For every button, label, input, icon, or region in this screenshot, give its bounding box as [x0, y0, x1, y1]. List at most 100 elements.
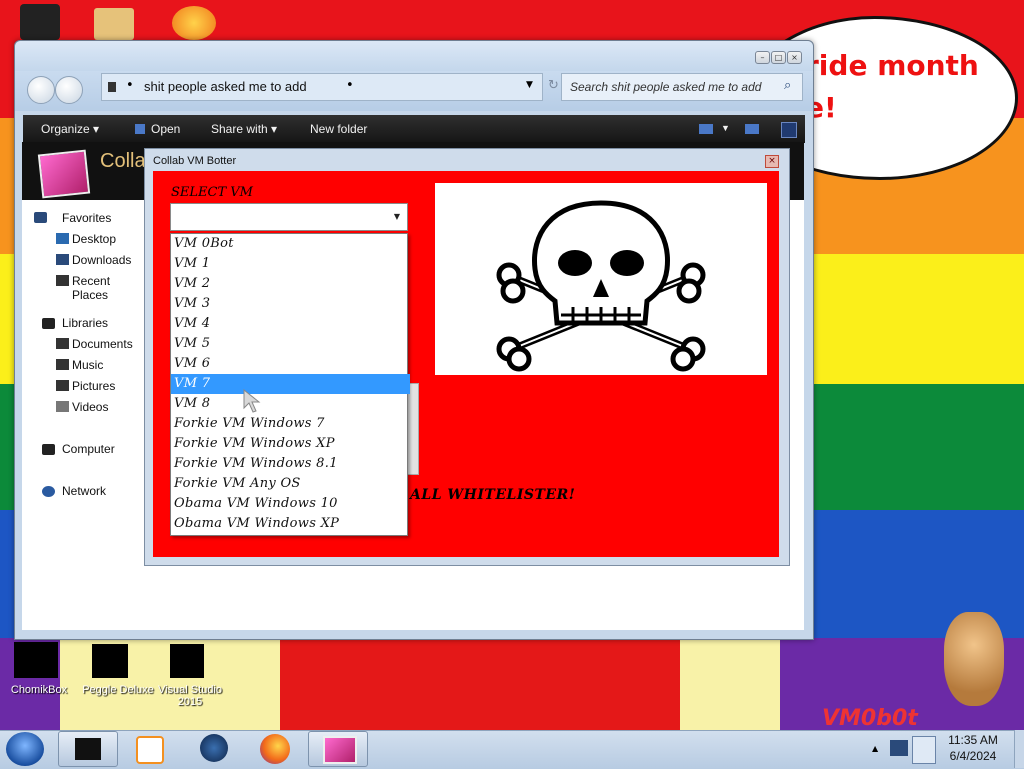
network-icon: [42, 486, 55, 497]
vm-option[interactable]: Forkie VM Windows 8.1: [171, 454, 410, 474]
vm-dropdown-list[interactable]: VM 0Bot VM 1 VM 2 VM 3 VM 4 VM 5 VM 6 VM 7 VM 8F…: [170, 233, 410, 536]
recycle-bin-icon[interactable]: [20, 4, 60, 40]
vm-select-combobox[interactable]: ▼: [170, 203, 408, 231]
downloads-icon: [56, 254, 69, 265]
path-separator-icon: •: [346, 78, 354, 93]
vm-option[interactable]: VM 1: [171, 254, 410, 274]
vm-option[interactable]: VM 8: [171, 394, 410, 414]
refresh-icon[interactable]: ↻: [548, 78, 559, 93]
vm-option[interactable]: Forkie VM Any OS: [171, 474, 410, 494]
computer-icon: [42, 444, 55, 455]
new-folder-label: New folder: [310, 122, 368, 136]
recent-places-icon: [56, 275, 69, 286]
nav-desktop[interactable]: Desktop: [72, 232, 116, 246]
minimize-button[interactable]: –: [755, 51, 770, 64]
favorites-star-icon: [34, 212, 47, 223]
back-arrow-icon[interactable]: [27, 76, 55, 104]
taskbar-browser-button[interactable]: [184, 731, 242, 765]
whitelist-label: ALL WHITELISTER!: [410, 487, 576, 503]
view-dropdown-icon[interactable]: ▼: [721, 123, 730, 133]
libraries-icon: [42, 318, 55, 329]
preview-pane-icon[interactable]: [745, 124, 759, 134]
folder-icon[interactable]: [94, 8, 134, 40]
vm-option[interactable]: Obama VM Windows 10: [171, 494, 410, 514]
music-icon: [56, 359, 69, 370]
address-dropdown-icon[interactable]: ▼: [526, 80, 533, 90]
nav-documents[interactable]: Documents: [72, 337, 133, 351]
show-desktop-button[interactable]: [1014, 730, 1024, 768]
address-path: shit people asked me to add: [144, 79, 307, 94]
address-bar[interactable]: • shit people asked me to add • ▼ ↻: [101, 73, 559, 101]
nav-music[interactable]: Music: [72, 358, 103, 372]
share-with-label: Share with: [211, 122, 268, 136]
vm-option[interactable]: VM 5: [171, 334, 410, 354]
tray-expand-icon[interactable]: ▲: [872, 744, 878, 753]
vm-option[interactable]: Forkie VM Windows 7: [171, 414, 410, 434]
desktop-icon: [56, 233, 69, 244]
taskbar-explorer-button[interactable]: [58, 731, 118, 767]
visual-studio-label[interactable]: Visual Studio 2015: [150, 684, 230, 708]
help-icon[interactable]: [781, 122, 797, 138]
maximize-button[interactable]: □: [771, 51, 786, 64]
taskbar-firefox-button[interactable]: [246, 731, 304, 765]
peggle-deluxe-label[interactable]: Peggle Deluxe: [76, 684, 160, 696]
search-input[interactable]: Search shit people asked me to add ⌕: [561, 73, 803, 101]
forward-arrow-icon[interactable]: [55, 76, 83, 104]
view-icon[interactable]: [699, 124, 713, 134]
documents-icon: [56, 338, 69, 349]
visual-studio-icon[interactable]: [170, 644, 204, 678]
network-tray-icon[interactable]: [890, 740, 908, 756]
path-separator-icon: •: [126, 78, 134, 93]
open-button[interactable]: Open: [135, 122, 180, 136]
taskbar-media-player-button[interactable]: [120, 731, 178, 765]
new-folder-button[interactable]: New folder: [310, 122, 367, 136]
nav-videos[interactable]: Videos: [72, 400, 108, 414]
chevron-down-icon[interactable]: ▼: [389, 208, 405, 226]
peggle-icon-top[interactable]: [172, 6, 216, 40]
share-with-button[interactable]: Share with ▾: [211, 122, 277, 136]
wallpaper-figure-right: [680, 638, 780, 730]
explorer-titlebar[interactable]: – □ ×: [15, 41, 813, 71]
taskbar-clock[interactable]: 11:35 AM 6/4/2024: [936, 732, 1010, 764]
nav-computer[interactable]: Computer: [62, 442, 115, 456]
media-player-icon: [136, 736, 164, 764]
nav-pictures[interactable]: Pictures: [72, 379, 115, 393]
nav-downloads[interactable]: Downloads: [72, 253, 131, 267]
open-icon: [135, 124, 145, 134]
start-button[interactable]: [6, 732, 44, 766]
nav-libraries[interactable]: Libraries: [62, 316, 108, 330]
organize-button[interactable]: Organize ▾: [41, 122, 99, 136]
vm-option[interactable]: VM 3: [171, 294, 410, 314]
mouse-cursor-icon: [243, 388, 261, 413]
taskbar-collab-button[interactable]: [308, 731, 368, 767]
organize-label: Organize: [41, 122, 90, 136]
close-button[interactable]: ×: [787, 51, 802, 64]
hamster-image: [944, 612, 1004, 706]
navigation-pane: Favorites Desktop Downloads Recent Place…: [22, 200, 146, 630]
nav-favorites[interactable]: Favorites: [62, 211, 111, 225]
search-placeholder: Search shit people asked me to add: [570, 80, 762, 94]
vm-option[interactable]: VM 6: [171, 354, 410, 374]
collab-taskbar-icon: [323, 736, 357, 764]
firefox-icon: [260, 734, 290, 764]
chomikbox-icon[interactable]: [14, 642, 58, 678]
select-vm-label: SELECT VM: [171, 185, 253, 200]
vm-option[interactable]: VM 0Bot: [171, 234, 410, 254]
volume-tray-icon[interactable]: [912, 736, 936, 764]
vm-option[interactable]: VM 4: [171, 314, 410, 334]
dialog-close-button[interactable]: ×: [765, 155, 779, 168]
collab-vm-botter-dialog: Collab VM Botter × SELECT VM ▼ ALL WHITE…: [144, 148, 790, 566]
vm-option[interactable]: Forkie VM Windows XP: [171, 434, 410, 454]
open-label: Open: [151, 122, 181, 136]
vm-option[interactable]: Obama VM Windows XP: [171, 514, 410, 534]
chomikbox-label[interactable]: ChomikBox: [2, 684, 76, 696]
vm-option[interactable]: VM 2: [171, 274, 410, 294]
vm-option[interactable]: VM 7: [171, 374, 410, 394]
search-icon[interactable]: ⌕: [784, 78, 791, 93]
nav-recent-places[interactable]: Recent Places: [72, 274, 146, 302]
skull-picture: [435, 183, 767, 375]
skull-crossbones-icon: [496, 200, 706, 372]
peggle-deluxe-icon[interactable]: [92, 644, 128, 678]
nav-network[interactable]: Network: [62, 484, 106, 498]
vm0b0t-watermark: VM0b0t: [822, 706, 918, 731]
